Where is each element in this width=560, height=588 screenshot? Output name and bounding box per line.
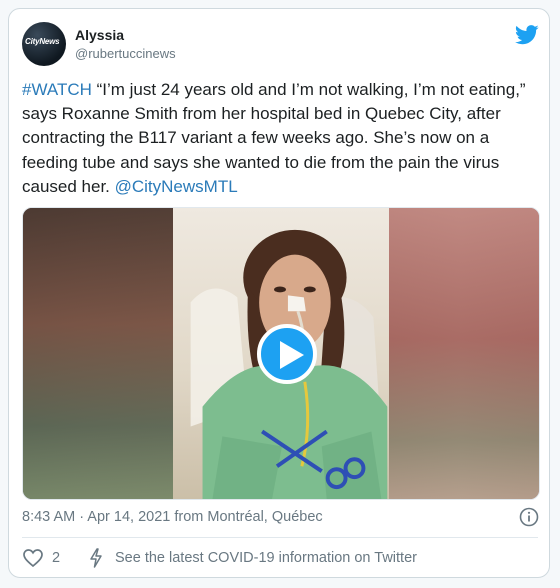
hashtag-link[interactable]: #WATCH (22, 80, 92, 99)
tweet-text: #WATCH “I’m just 24 years old and I’m no… (22, 78, 542, 199)
like-count[interactable]: 2 (52, 550, 60, 566)
twitter-bird-icon[interactable] (515, 25, 539, 45)
info-icon[interactable] (519, 507, 539, 527)
play-icon (280, 341, 304, 369)
avatar[interactable]: CityNews (22, 22, 66, 66)
author-handle[interactable]: @rubertuccinews (75, 46, 176, 61)
video-thumbnail[interactable] (22, 207, 540, 500)
play-button[interactable] (257, 324, 317, 384)
divider (22, 537, 538, 538)
heart-icon[interactable] (23, 549, 43, 567)
lightning-bolt-icon[interactable] (89, 548, 103, 568)
tweet-body: “I’m just 24 years old and I’m not walki… (22, 80, 526, 196)
covid-info-link[interactable]: See the latest COVID-19 information on T… (115, 550, 417, 566)
tweet-timestamp[interactable]: 8:43 AM · Apr 14, 2021 from Montréal, Qu… (22, 509, 323, 525)
avatar-logo: CityNews (25, 37, 60, 46)
tweet-card: CityNews Alyssia @rubertuccinews #WATCH … (8, 8, 550, 578)
mention-link[interactable]: @CityNewsMTL (115, 177, 238, 196)
author-name[interactable]: Alyssia (75, 27, 124, 43)
